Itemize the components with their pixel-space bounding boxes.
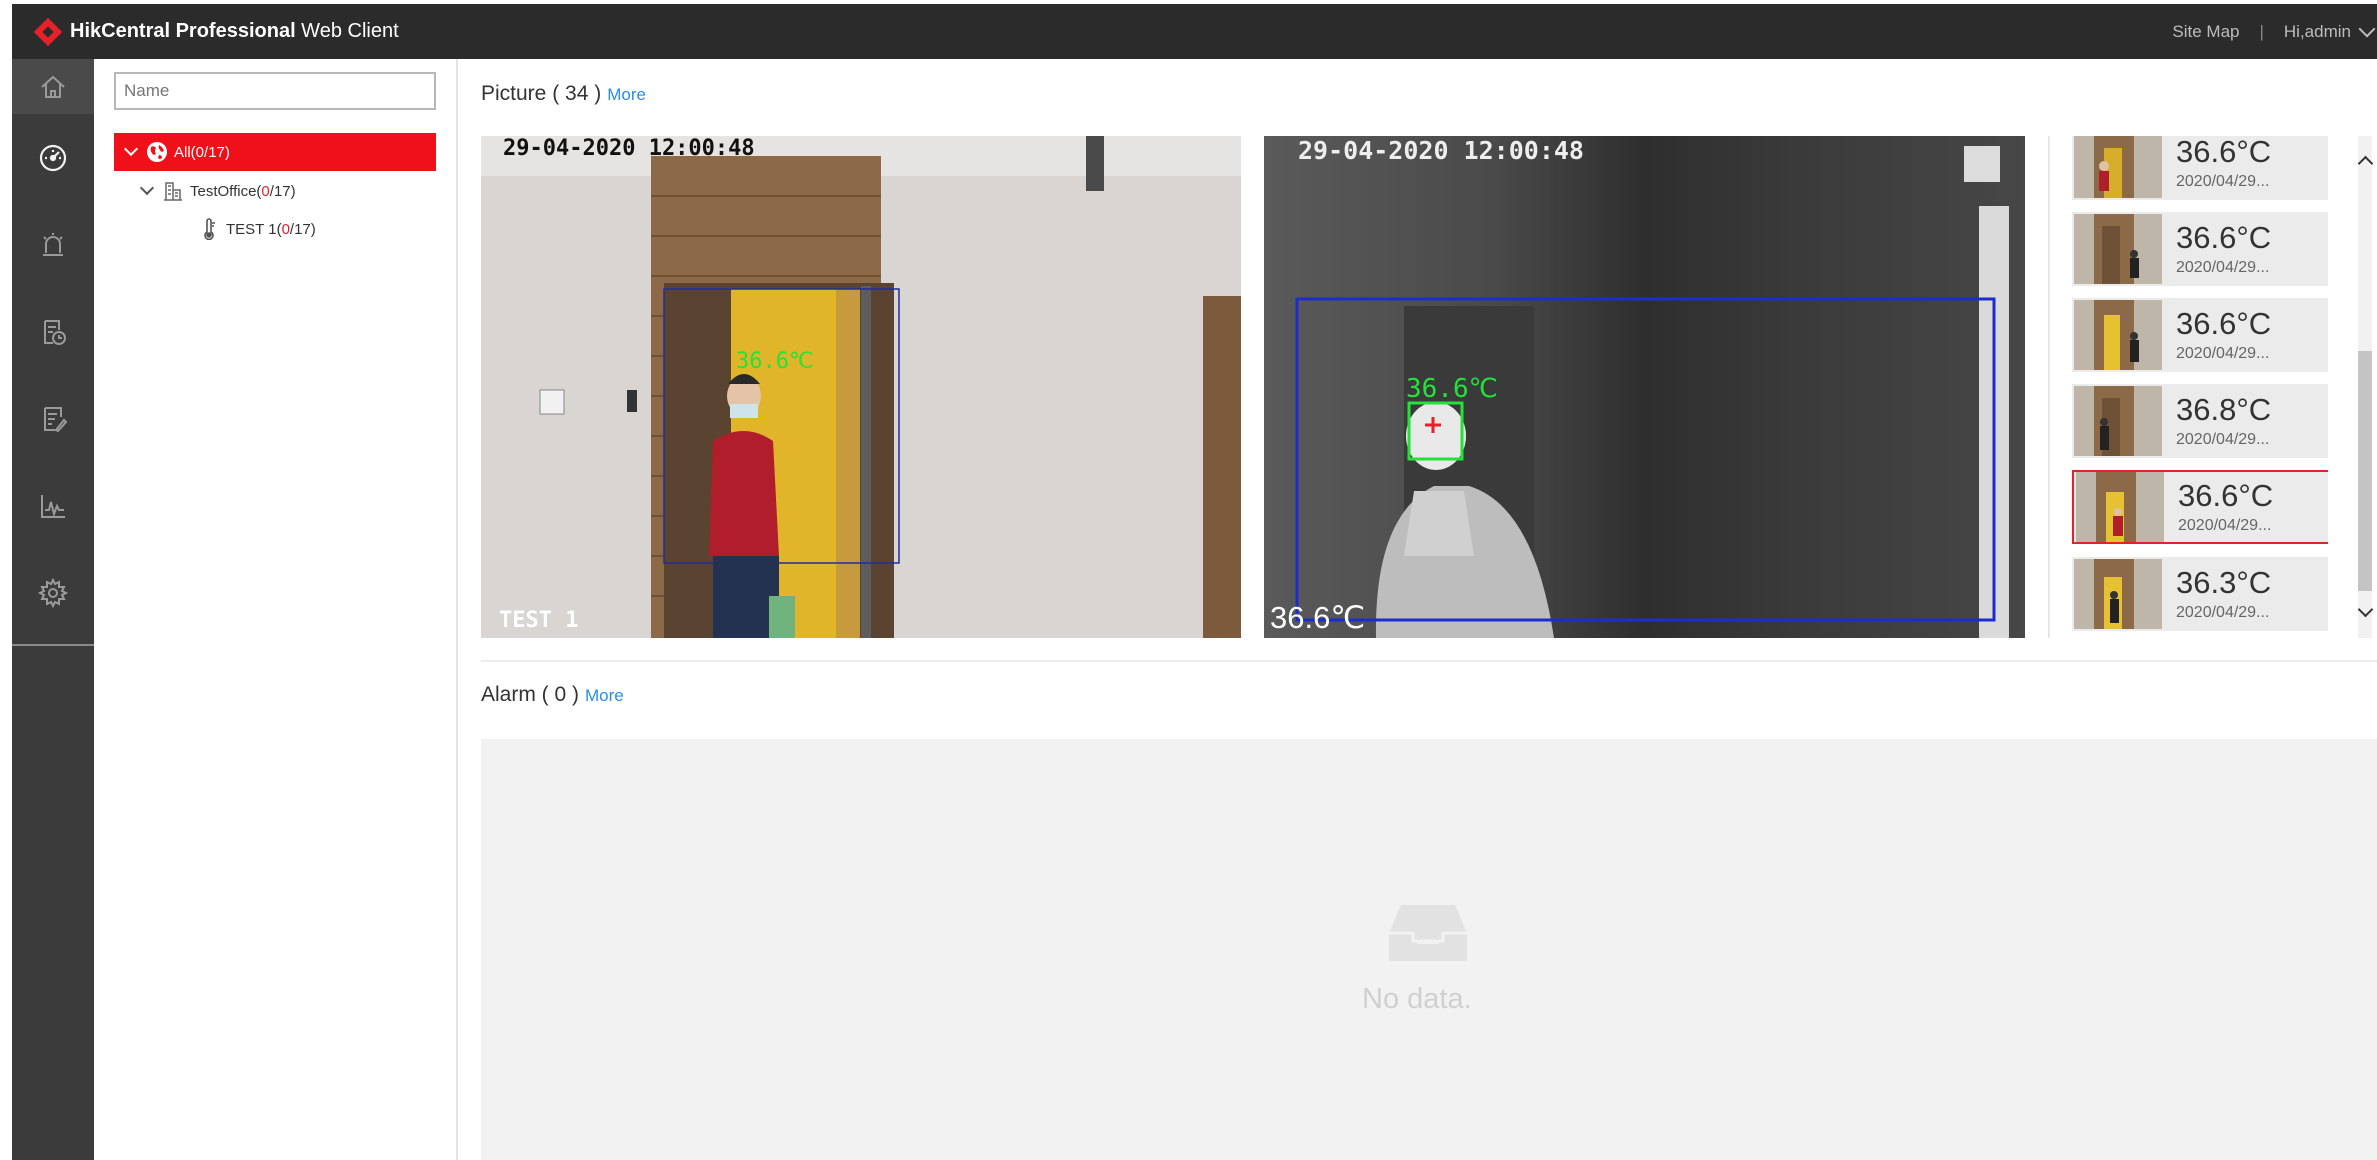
- building-icon: [164, 182, 182, 201]
- site-map-link[interactable]: Site Map: [2172, 22, 2239, 42]
- alarm-list-area: No data.: [481, 739, 2377, 1160]
- tree-label: TestOffice: [190, 182, 257, 200]
- nav-dashboard[interactable]: [12, 114, 94, 201]
- globe-icon: [147, 142, 167, 162]
- thumbnail-image: [2074, 214, 2162, 284]
- thumbnail-scrollbar[interactable]: [2351, 136, 2374, 638]
- thumbnail-temperature: 36.6°C: [2178, 478, 2274, 513]
- user-menu[interactable]: Hi,admin: [2284, 22, 2351, 42]
- section-divider: [481, 660, 2377, 662]
- thumbnail-item[interactable]: 36.3°C 2020/04/29...: [2072, 557, 2328, 631]
- picture-section-title: Picture ( 34 ) More: [481, 82, 646, 105]
- search-input[interactable]: [114, 72, 436, 110]
- brand: HikCentral Professional Web Client: [33, 4, 399, 59]
- hikvision-logo-icon: [33, 17, 63, 46]
- thumbnail-item-selected[interactable]: 36.6°C 2020/04/29...: [2072, 470, 2328, 544]
- top-bar: HikCentral Professional Web Client Site …: [12, 4, 2377, 59]
- dashboard-icon: [39, 144, 67, 171]
- thumbnail-image: [2074, 559, 2162, 629]
- main-content: Picture ( 34 ) More 36.6℃ 29-04-2020 12:…: [458, 59, 2377, 1160]
- camera-name-label: TEST 1: [499, 608, 579, 633]
- thermal-timestamp: 29-04-2020 12:00:48: [1298, 136, 1584, 165]
- thumbnail-item[interactable]: 36.6°C 2020/04/29...: [2072, 212, 2328, 286]
- alarm-icon: [43, 232, 63, 256]
- thumbnail-time: 2020/04/29...: [2176, 431, 2270, 448]
- tree-node-test1[interactable]: TEST 1 (0/17): [198, 210, 316, 248]
- thumbnail-time: 2020/04/29...: [2176, 259, 2270, 276]
- chevron-down-icon[interactable]: [2358, 20, 2376, 37]
- tree-node-all[interactable]: All (0/17): [114, 133, 436, 171]
- statistics-icon: [41, 494, 65, 518]
- thumbnail-temperature: 36.6°C: [2176, 136, 2272, 169]
- visible-light-view[interactable]: 36.6℃ 29-04-2020 12:00:48 TEST 1: [481, 136, 1241, 638]
- thumbnail-image: [2076, 472, 2164, 542]
- no-data-text: No data.: [1362, 983, 1472, 1015]
- resource-tree-panel: All (0/17) TestOffice (0/17) TEST 1 (0/1…: [94, 59, 458, 1160]
- divider: |: [2259, 21, 2264, 41]
- thumbnail-temperature: 36.3°C: [2176, 565, 2272, 600]
- thumbnail-temperature: 36.6°C: [2176, 220, 2272, 255]
- thumbnail-time: 2020/04/29...: [2176, 345, 2270, 362]
- thumbnail-temperature: 36.8°C: [2176, 392, 2272, 427]
- thumbnail-temperature: 36.6°C: [2176, 306, 2272, 341]
- thermal-scene: 36.6℃: [1264, 136, 2025, 638]
- nav-settings[interactable]: [12, 549, 94, 636]
- thermometer-icon: [204, 218, 215, 240]
- app-title: HikCentral Professional Web Client: [70, 20, 399, 42]
- thermal-view[interactable]: 36.6℃ 29-04-2020 12:00:48 36.6℃: [1264, 136, 2025, 638]
- visible-scene: 36.6℃: [481, 136, 1241, 638]
- svg-text:36.6℃: 36.6℃: [736, 349, 814, 374]
- nav-event-schedule[interactable]: [12, 288, 94, 375]
- chevron-down-icon[interactable]: [139, 180, 155, 196]
- alarm-more-link[interactable]: More: [585, 686, 624, 705]
- report-icon: [44, 406, 68, 432]
- alarm-section-title: Alarm ( 0 ) More: [481, 683, 624, 706]
- home-icon: [41, 75, 65, 98]
- thumbnail-image: [2074, 386, 2162, 456]
- svg-text:36.6℃: 36.6℃: [1406, 374, 1498, 404]
- settings-icon: [37, 577, 69, 608]
- tree-label: TEST 1: [226, 220, 277, 238]
- nav-divider: [12, 644, 94, 646]
- capture-thumbnail-list: 36.6°C 2020/04/29... 36.6°C 2020/04/29... …: [2048, 136, 2328, 638]
- nav-alarm[interactable]: [12, 201, 94, 288]
- thumbnail-time: 2020/04/29...: [2176, 173, 2270, 190]
- nav-statistics[interactable]: [12, 462, 94, 549]
- thumbnail-image: [2074, 300, 2162, 370]
- nav-home[interactable]: [12, 59, 94, 114]
- thumbnail-item[interactable]: 36.6°C 2020/04/29...: [2072, 136, 2328, 200]
- thumbnail-item[interactable]: 36.6°C 2020/04/29...: [2072, 298, 2328, 372]
- left-nav: [12, 59, 94, 1160]
- picture-more-link[interactable]: More: [607, 85, 646, 104]
- thumbnail-time: 2020/04/29...: [2178, 517, 2272, 534]
- scroll-thumb[interactable]: [2358, 351, 2372, 591]
- empty-inbox-icon: [1389, 905, 1467, 961]
- thumbnail-time: 2020/04/29...: [2176, 604, 2270, 621]
- nav-report[interactable]: [12, 375, 94, 462]
- event-schedule-icon: [44, 319, 66, 345]
- tree-label: All: [174, 143, 191, 161]
- thumbnail-item[interactable]: 36.8°C 2020/04/29...: [2072, 384, 2328, 458]
- tree-node-testoffice[interactable]: TestOffice (0/17): [136, 172, 296, 210]
- chevron-down-icon[interactable]: [123, 141, 139, 157]
- thumbnail-image: [2074, 136, 2162, 198]
- thermal-temperature-label: 36.6℃: [1270, 600, 1366, 635]
- visible-timestamp: 29-04-2020 12:00:48: [503, 136, 755, 161]
